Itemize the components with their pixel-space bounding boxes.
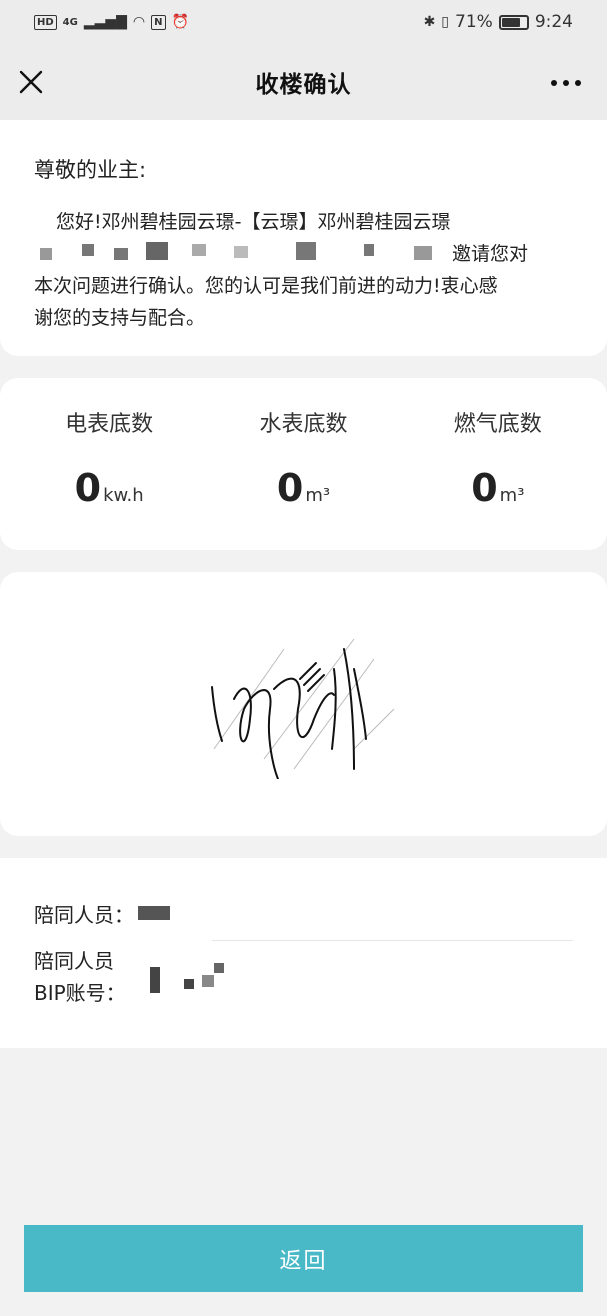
redacted-mosaic	[213, 963, 224, 973]
escort-info-card: 陪同人员： 陪同人员 BIP账号：	[0, 858, 607, 1048]
status-right: ✱ ▯ 71% 9:24	[424, 12, 573, 32]
meter-value-row: 0 m³	[471, 466, 524, 510]
status-left: HD 4G ▂▃▅▇ ◠ N ⏰	[34, 14, 189, 30]
wifi-icon: ◠	[132, 14, 146, 30]
signal-icon: ▂▃▅▇	[83, 14, 127, 30]
more-dot	[551, 80, 557, 86]
redacted-name	[138, 906, 170, 920]
alarm-icon: ⏰	[171, 14, 189, 30]
message-line-4: 谢您的支持与配合。	[34, 307, 206, 329]
meter-label: 电表底数	[65, 412, 154, 437]
redacted-bip-account	[146, 945, 236, 1005]
message-line-3: 本次问题进行确认。您的认可是我们前进的动力!衷心感	[34, 275, 498, 297]
battery-percent: 71%	[455, 12, 493, 32]
nfc-icon: N	[151, 14, 166, 30]
escort-name-row: 陪同人员：	[34, 896, 573, 930]
more-dot	[575, 80, 581, 86]
meter-unit: m³	[499, 485, 525, 506]
redacted-mosaic	[114, 248, 128, 260]
redacted-mosaic	[414, 246, 432, 260]
escort-bip-label-line2: BIP账号：	[34, 981, 126, 1005]
water-meter: 水表底数 0 m³	[213, 406, 393, 550]
more-dot	[563, 80, 569, 86]
status-time: 9:24	[534, 12, 573, 32]
vibrate-icon: ▯	[441, 14, 450, 30]
nav-bar: 收楼确认	[0, 44, 607, 120]
meter-unit: m³	[305, 485, 331, 506]
battery-fill	[501, 17, 521, 27]
meter-value: 0	[74, 466, 102, 510]
redacted-mosaic	[146, 242, 168, 260]
greeting-message: 您好!邓州碧桂园云璟-【云璟】邓州碧桂园云璟 邀请您对 本次问题进行确认。您的认…	[34, 206, 573, 334]
signature-card	[0, 572, 607, 836]
meter-label: 水表底数	[259, 412, 348, 437]
close-icon[interactable]	[17, 68, 45, 96]
gas-meter: 燃气底数 0 m³	[408, 406, 588, 550]
hd-badge: HD	[34, 14, 57, 30]
meter-value: 0	[471, 466, 498, 510]
escort-bip-label: 陪同人员 BIP账号：	[34, 945, 126, 1009]
meter-label: 燃气底数	[453, 412, 542, 437]
message-line-2: 邀请您对	[34, 238, 573, 270]
page-title: 收楼确认	[255, 72, 352, 98]
divider	[212, 940, 573, 941]
meter-value-row: 0 kw.h	[75, 466, 144, 510]
redacted-mosaic	[192, 244, 206, 256]
redacted-mosaic	[201, 975, 214, 987]
redacted-mosaic	[296, 242, 316, 260]
electricity-meter: 电表底数 0 kw.h	[19, 406, 199, 550]
escort-bip-row: 陪同人员 BIP账号：	[34, 945, 573, 1009]
message-line-2-visible: 邀请您对	[452, 243, 529, 265]
greeting-card: 尊敬的业主: 您好!邓州碧桂园云璟-【云璟】邓州碧桂园云璟 邀请您对 本次问题进…	[0, 120, 607, 356]
redacted-mosaic	[40, 248, 52, 260]
battery-icon	[498, 14, 529, 30]
status-bar: HD 4G ▂▃▅▇ ◠ N ⏰ ✱ ▯ 71% 9:24	[0, 0, 607, 44]
meter-unit: kw.h	[103, 485, 144, 506]
redacted-mosaic	[183, 979, 194, 989]
salutation: 尊敬的业主:	[34, 158, 147, 182]
redacted-mosaic	[234, 246, 248, 258]
return-button[interactable]: 返回	[24, 1225, 583, 1292]
message-line-1: 您好!邓州碧桂园云璟-【云璟】邓州碧桂园云璟	[56, 211, 451, 233]
meter-readings-card: 电表底数 0 kw.h 水表底数 0 m³ 燃气底数 0 m³	[0, 378, 607, 550]
meter-value-row: 0 m³	[277, 466, 330, 510]
escort-name-label: 陪同人员：	[34, 902, 134, 927]
more-icon[interactable]	[551, 80, 581, 86]
signature-image	[210, 638, 394, 779]
redacted-mosaic	[364, 244, 374, 256]
redacted-mosaic	[149, 967, 160, 993]
network-label: 4G	[62, 16, 78, 28]
redacted-mosaic	[82, 244, 94, 256]
escort-bip-label-line1: 陪同人员	[34, 949, 114, 973]
bluetooth-icon: ✱	[423, 14, 436, 30]
meter-value: 0	[276, 466, 304, 510]
